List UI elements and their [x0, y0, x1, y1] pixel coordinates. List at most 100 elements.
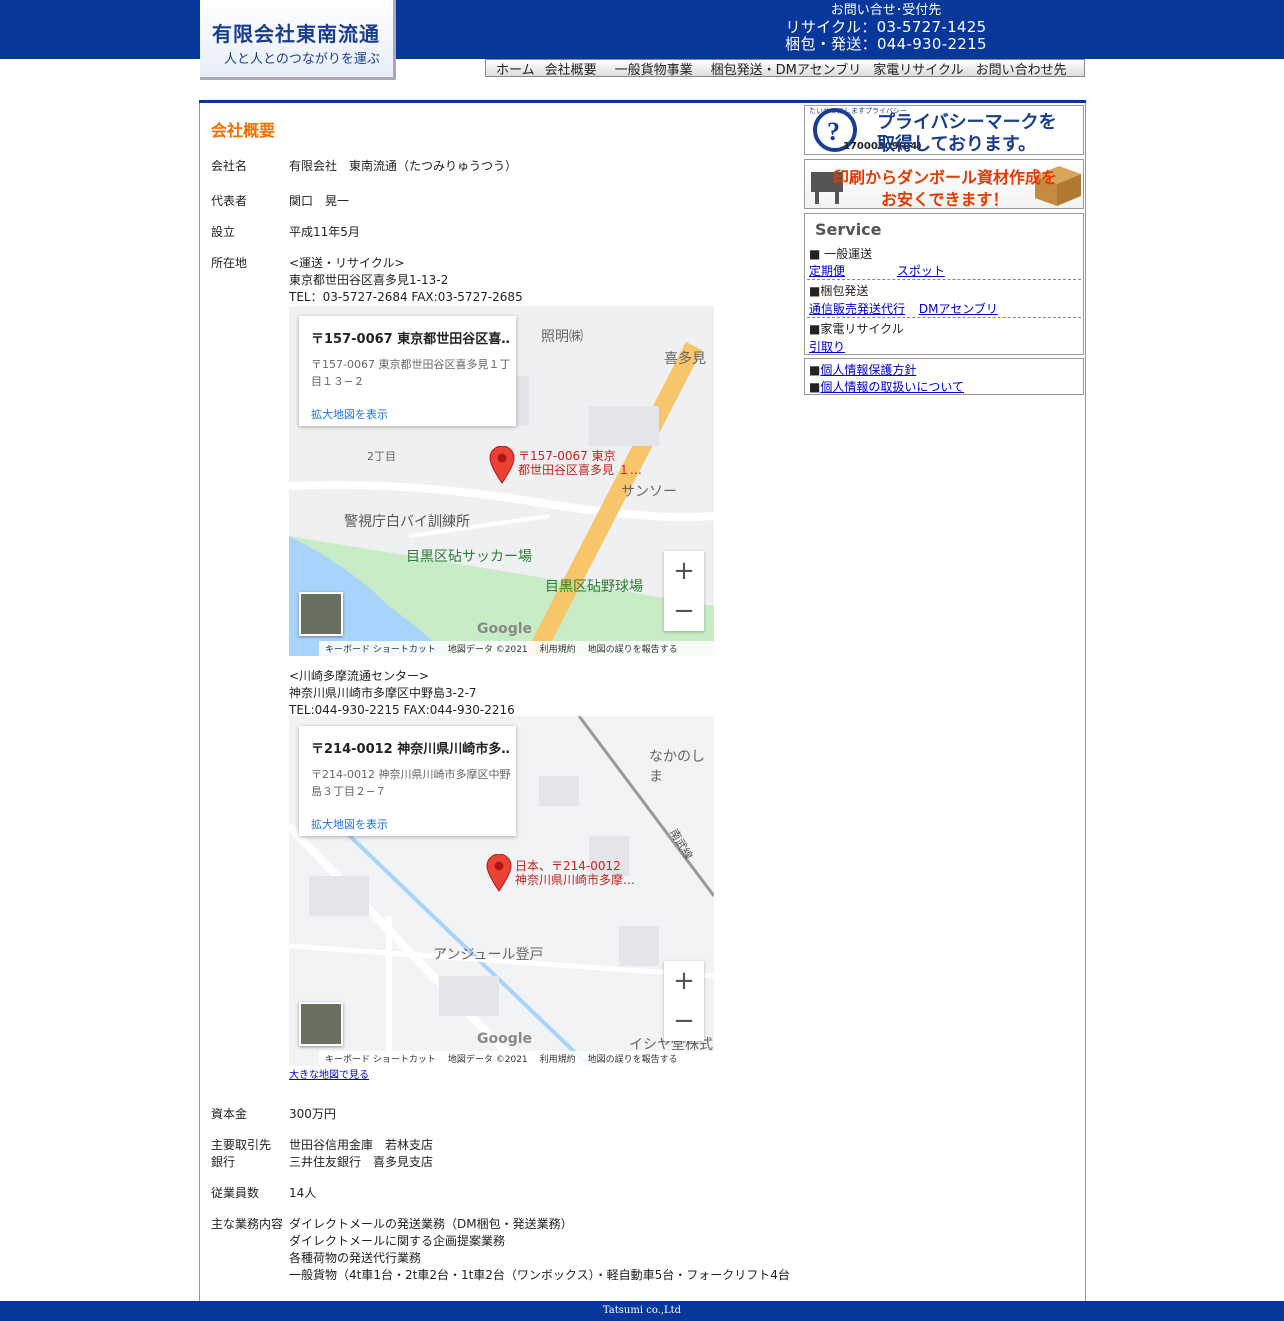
label: 従業員数: [211, 1186, 260, 1200]
google-logo: Google: [477, 1031, 533, 1047]
bigger-map-link[interactable]: 大きな地図で見る: [289, 1066, 369, 1081]
label: 主な業務内容: [211, 1217, 284, 1231]
map-label: サンソー: [621, 484, 677, 500]
map-footer: キーボード ショートカット 地図データ ©2021 利用規約 地図の誤りを報告す…: [319, 1051, 714, 1066]
link-mail-order[interactable]: 通信販売発送代行: [809, 302, 905, 316]
privacy-links-box: ■個人情報保護方針 ■個人情報の取扱いについて: [804, 358, 1084, 395]
addr1-heading: <運送・リサイクル>: [289, 256, 405, 270]
nav-freight[interactable]: 一般貨物事業: [615, 59, 693, 78]
privacy-item: ■個人情報保護方針: [809, 363, 917, 377]
zoom-in-button[interactable]: +: [664, 961, 704, 1001]
zoom-control: + −: [664, 551, 704, 631]
map-label: 目黒区砧サッカー場: [406, 549, 532, 565]
view-larger-map-link[interactable]: 拡大地図を表示: [311, 816, 388, 832]
service-category: ■ 一般運送: [809, 247, 873, 261]
satellite-toggle-thumbnail[interactable]: [299, 592, 343, 636]
info-address: 〒214-0012 神奈川県川崎市多摩区中野島３丁目２−７: [311, 768, 511, 798]
biz-line: 各種荷物の発送代行業務: [289, 1251, 422, 1265]
link-spot[interactable]: スポット: [897, 264, 945, 278]
value: 関口 晃一: [289, 194, 350, 208]
service-links: 定期便 スポット: [809, 262, 945, 279]
service-title: Service: [815, 220, 882, 239]
report-error-link[interactable]: 地図の誤りを報告する: [588, 1052, 678, 1065]
label: 所在地: [211, 256, 248, 270]
banner-line: 取得しております。: [877, 134, 1037, 155]
addr1: 東京都世田谷区喜多見1-13-2: [289, 273, 449, 287]
link-regular[interactable]: 定期便: [809, 264, 845, 278]
report-error-link[interactable]: 地図の誤りを報告する: [588, 642, 678, 655]
privacy-mark-banner[interactable]: ? たいせつにしますプライバシー 17000309(04) プライバシーマークを…: [804, 105, 1084, 155]
map-label: 目黒区砧野球場: [545, 579, 643, 595]
header-bar: お問い合せ･受付先 リサイクル：03-5727-1425 梱包・発送：044-9…: [0, 0, 1284, 59]
map-info-window: 〒214-0012 神奈川県川崎市多… 〒214-0012 神奈川県川崎市多摩区…: [299, 726, 516, 836]
keyboard-shortcuts-link[interactable]: キーボード ショートカット: [325, 642, 436, 655]
label: 設立: [211, 225, 236, 239]
map-label: 2丁目: [367, 450, 396, 463]
value: 平成11年5月: [289, 225, 360, 239]
footer-copyright: Tatsumi co.,Ltd: [602, 1305, 682, 1316]
contact-recycle: リサイクル：03-5727-1425: [785, 18, 987, 36]
pin-label-line: 日本、〒214-0012: [515, 859, 621, 873]
contact-pack: 梱包・発送：044-930-2215: [785, 35, 987, 53]
label-line: 銀行: [211, 1155, 236, 1169]
google-map-setagaya[interactable]: 〒157-0067 東京都世田谷区喜… 〒157-0067 東京都世田谷区喜多見…: [289, 306, 714, 656]
map-label: アンジュール登戸: [433, 947, 544, 963]
nav-company[interactable]: 会社概要: [545, 59, 597, 78]
map-footer: キーボード ショートカット 地図データ ©2021 利用規約 地図の誤りを報告す…: [319, 641, 714, 656]
contact-title: お問い合せ･受付先: [830, 3, 942, 18]
divider: [807, 317, 1081, 318]
nav-recycle[interactable]: 家電リサイクル: [873, 59, 963, 78]
print-banner[interactable]: 印刷からダンボール資材作成を お安くできます！: [804, 159, 1084, 209]
info-title: 〒214-0012 神奈川県川崎市多…: [311, 742, 511, 757]
link-dm-assembly[interactable]: DMアセンブリ: [919, 302, 998, 316]
bank2: 三井住友銀行 喜多見支店: [289, 1155, 434, 1169]
link-pickup[interactable]: 引取り: [809, 340, 845, 354]
pin-label-line: 〒157-0067 東京: [518, 449, 616, 463]
label: 会社名: [211, 159, 248, 173]
google-map-kawasaki[interactable]: 〒214-0012 神奈川県川崎市多… 〒214-0012 神奈川県川崎市多摩区…: [289, 716, 714, 1066]
link-privacy-handling[interactable]: 個人情報の取扱いについて: [820, 380, 964, 394]
zoom-out-button[interactable]: −: [664, 1001, 704, 1041]
pin-label: 日本、〒214-0012 神奈川県川崎市多摩…: [515, 859, 635, 887]
keyboard-shortcuts-link[interactable]: キーボード ショートカット: [325, 1052, 436, 1065]
terms-link[interactable]: 利用規約: [540, 1052, 576, 1065]
nav-contact[interactable]: お問い合わせ先: [976, 59, 1067, 78]
link-privacy-policy[interactable]: 個人情報保護方針: [820, 363, 916, 377]
label: 主要取引先 銀行: [211, 1137, 291, 1171]
map-data-text: 地図データ ©2021: [447, 1055, 528, 1065]
site-logo[interactable]: 有限会社東南流通 人と人とのつながりを運ぶ: [200, 0, 396, 80]
satellite-toggle-thumbnail[interactable]: [299, 1002, 343, 1046]
addr2-heading: <川崎多摩流通センター>: [289, 669, 430, 683]
map-label: 喜多見: [664, 351, 706, 367]
biz-line: ダイレクトメールの発送業務（DM梱包・発送業務）: [289, 1217, 573, 1231]
map-data-text: 地図データ ©2021: [447, 645, 528, 655]
privacy-item: ■個人情報の取扱いについて: [809, 380, 964, 394]
zoom-control: + −: [664, 961, 704, 1041]
zoom-out-button[interactable]: −: [664, 591, 704, 631]
addr1-tel: TEL：03-5727-2684 FAX:03-5727-2685: [289, 290, 523, 304]
value: 300万円: [289, 1107, 336, 1121]
biz-line: 一般貨物（4t車1台・2t車2台・1t車2台（ワンボックス）・軽自動車5台・フォ…: [289, 1268, 790, 1282]
google-logo: Google: [477, 621, 533, 637]
service-links: 通信販売発送代行 DMアセンブリ: [809, 300, 998, 317]
content-top-rule: [199, 100, 1086, 103]
nav-packing[interactable]: 梱包発送・DMアセンブリ: [711, 59, 862, 78]
map-pin-icon[interactable]: [486, 854, 512, 892]
map-pin-icon[interactable]: [489, 446, 515, 484]
service-box: Service ■ 一般運送 定期便 スポット ■梱包発送 通信販売発送代行 D…: [804, 213, 1084, 355]
nav-home[interactable]: ホーム: [496, 59, 535, 78]
logo-title: 有限会社東南流通: [212, 22, 380, 46]
divider: [807, 279, 1081, 280]
label: 代表者: [211, 194, 248, 208]
value: <運送・リサイクル> 東京都世田谷区喜多見1-13-2 TEL：03-5727-…: [289, 255, 809, 306]
map-info-window: 〒157-0067 東京都世田谷区喜… 〒157-0067 東京都世田谷区喜多見…: [299, 316, 516, 426]
terms-link[interactable]: 利用規約: [540, 642, 576, 655]
label: 資本金: [211, 1107, 248, 1121]
map-label: 警視庁白バイ訓練所: [344, 514, 470, 530]
info-address: 〒157-0067 東京都世田谷区喜多見１丁目１３−２: [311, 358, 511, 388]
bank1: 世田谷信用金庫 若林支店: [289, 1138, 434, 1152]
view-larger-map-link[interactable]: 拡大地図を表示: [311, 406, 388, 422]
zoom-in-button[interactable]: +: [664, 551, 704, 591]
map-label: 照明㈱: [541, 329, 583, 345]
pin-label: 〒157-0067 東京 都世田谷区喜多見 １…: [518, 449, 642, 477]
